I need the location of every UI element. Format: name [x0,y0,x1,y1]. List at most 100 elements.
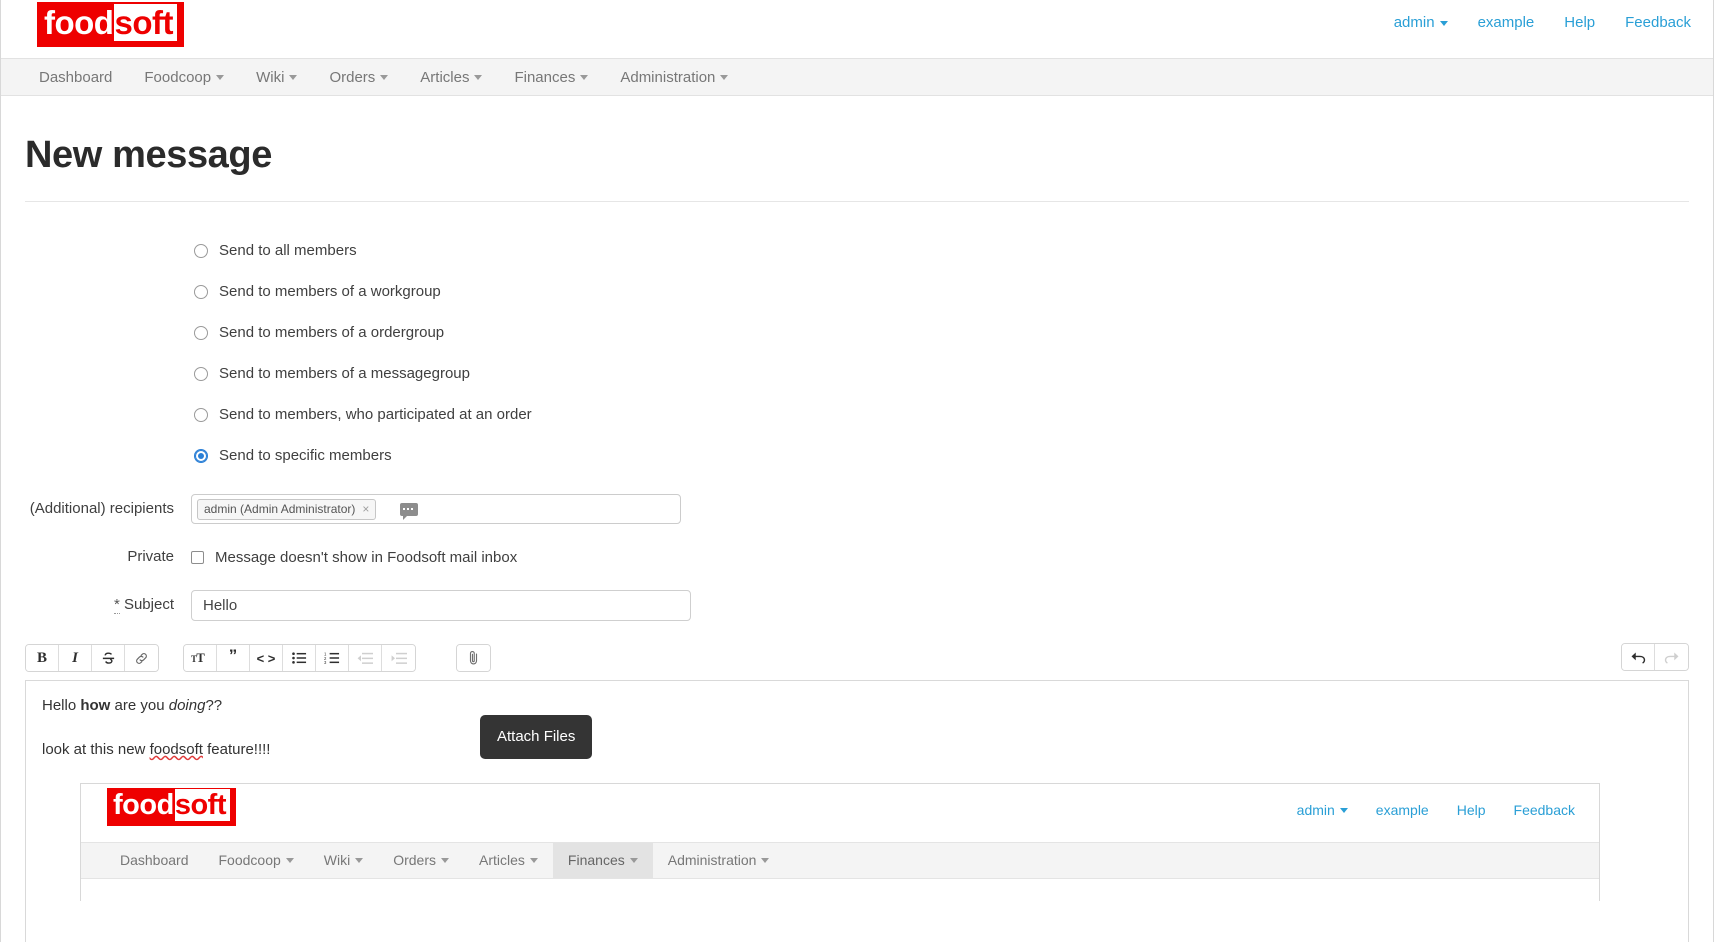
editor-text-1a: Hello [42,697,80,714]
top-link-example[interactable]: example [1478,14,1535,31]
nav-label-finances: Finances [514,69,575,86]
strikethrough-icon[interactable] [92,645,125,671]
indent-icon[interactable] [382,645,415,671]
chevron-down-icon [289,75,297,80]
heading-icon[interactable]: TT [184,645,217,671]
nav-label-articles: Articles [420,69,469,86]
outdent-icon[interactable] [349,645,382,671]
attach-files-tooltip: Attach Files [480,715,592,759]
radio-icon[interactable] [194,408,208,422]
redo-icon[interactable] [1655,644,1688,670]
embedded-top-link-admin: admin [1297,800,1348,820]
radio-option-messagegroup[interactable]: Send to members of a messagegroup [25,353,1689,394]
nav-item-dashboard[interactable]: Dashboard [23,59,128,95]
embedded-top-link-example: example [1376,800,1429,820]
italic-icon[interactable]: I [59,645,92,671]
attach-paperclip-icon[interactable] [457,645,490,671]
nav-item-articles[interactable]: Articles [404,59,498,95]
subject-input[interactable] [191,590,691,621]
embedded-top-link-help: Help [1457,800,1486,820]
embedded-top-link-admin-label: admin [1297,802,1335,818]
embedded-navbar: Dashboard Foodcoop Wiki Orders Articles … [81,842,1599,879]
chevron-down-icon [216,75,224,80]
top-link-help[interactable]: Help [1564,14,1595,31]
private-checkbox[interactable] [191,551,204,564]
embedded-nav-label-finances: Finances [568,850,625,870]
nav-item-administration[interactable]: Administration [604,59,744,95]
radio-option-order-participants[interactable]: Send to members, who participated at an … [25,394,1689,435]
recipients-row: (Additional) recipients admin (Admin Adm… [25,494,1689,524]
embedded-nav-item-foodcoop: Foodcoop [204,843,309,878]
editor-paragraph-2: look at this new foodsoft feature!!!! [42,739,1672,761]
private-row: Private Message doesn't show in Foodsoft… [25,542,1689,572]
new-message-form: Send to all members Send to members of a… [25,202,1689,942]
subject-row: * Subject [25,590,1689,621]
embedded-nav-label-wiki: Wiki [324,850,350,870]
radio-icon[interactable] [194,367,208,381]
nav-label-foodcoop: Foodcoop [144,69,211,86]
block-style-group: TT ” < > 123 [183,644,416,672]
code-icon[interactable]: < > [250,645,283,671]
chevron-down-icon [474,75,482,80]
numbered-list-icon[interactable]: 123 [316,645,349,671]
embedded-nav-item-wiki: Wiki [309,843,378,878]
radio-label: Send to members, who participated at an … [219,406,532,423]
private-checkbox-wrap[interactable]: Message doesn't show in Foodsoft mail in… [191,542,517,572]
nav-item-finances[interactable]: Finances [498,59,604,95]
history-button-group [1621,643,1689,671]
chevron-down-icon [286,858,294,863]
nav-item-orders[interactable]: Orders [313,59,404,95]
embedded-nav-item-administration: Administration [653,843,785,878]
remove-token-icon[interactable]: × [362,502,369,516]
bold-icon[interactable]: B [26,645,59,671]
radio-icon[interactable] [194,326,208,340]
embedded-brand-header: foodsoft admin example Help Feedback [81,784,1599,842]
subject-label-text: Subject [124,596,174,613]
attach-group [456,644,491,672]
chevron-down-icon [530,858,538,863]
radio-icon[interactable] [194,244,208,258]
nav-label-administration: Administration [620,69,715,86]
recipients-input[interactable]: admin (Admin Administrator) × [191,494,681,524]
page-title: New message [25,134,1689,177]
radio-option-all-members[interactable]: Send to all members [25,230,1689,271]
chevron-down-icon [441,858,449,863]
embedded-nav-label-orders: Orders [393,850,436,870]
radio-option-ordergroup[interactable]: Send to members of a ordergroup [25,312,1689,353]
main-content: New message Send to all members Send to … [1,134,1713,942]
private-label: Private [25,542,191,572]
comment-bubble-icon[interactable] [400,503,418,516]
editor-text-2b: feature!!!! [203,741,271,758]
radio-label: Send to all members [219,242,357,259]
embedded-nav-item-dashboard: Dashboard [105,843,204,878]
top-link-feedback[interactable]: Feedback [1625,14,1691,31]
nav-item-wiki[interactable]: Wiki [240,59,313,95]
radio-option-specific-members[interactable]: Send to specific members [25,435,1689,476]
embedded-content-area [81,879,1599,901]
required-marker: * [114,596,120,614]
radio-label: Send to members of a ordergroup [219,324,444,341]
embedded-top-link-feedback: Feedback [1514,800,1575,820]
radio-icon-selected[interactable] [194,449,208,463]
nav-item-foodcoop[interactable]: Foodcoop [128,59,240,95]
radio-icon[interactable] [194,285,208,299]
quote-icon[interactable]: ” [217,645,250,671]
top-link-admin[interactable]: admin [1394,14,1448,31]
embedded-screenshot: foodsoft admin example Help Feedback Das… [80,783,1600,901]
embedded-nav-label-administration: Administration [668,850,757,870]
message-body-editor[interactable]: Hello how are you doing?? look at this n… [25,680,1689,942]
nav-label-dashboard: Dashboard [39,69,112,86]
bullet-list-icon[interactable] [283,645,316,671]
editor-history-group [1621,643,1689,671]
chevron-down-icon [1340,808,1348,813]
foodsoft-logo[interactable]: foodsoft [37,2,184,47]
chevron-down-icon [630,858,638,863]
editor-text-2a: look at this new [42,741,150,758]
link-icon[interactable] [125,645,158,671]
chevron-down-icon [720,75,728,80]
recipient-token-label: admin (Admin Administrator) [204,502,355,516]
recipient-token[interactable]: admin (Admin Administrator) × [197,499,376,520]
radio-option-workgroup[interactable]: Send to members of a workgroup [25,271,1689,312]
editor-paragraph-1: Hello how are you doing?? [42,695,1672,717]
undo-icon[interactable] [1622,644,1655,670]
